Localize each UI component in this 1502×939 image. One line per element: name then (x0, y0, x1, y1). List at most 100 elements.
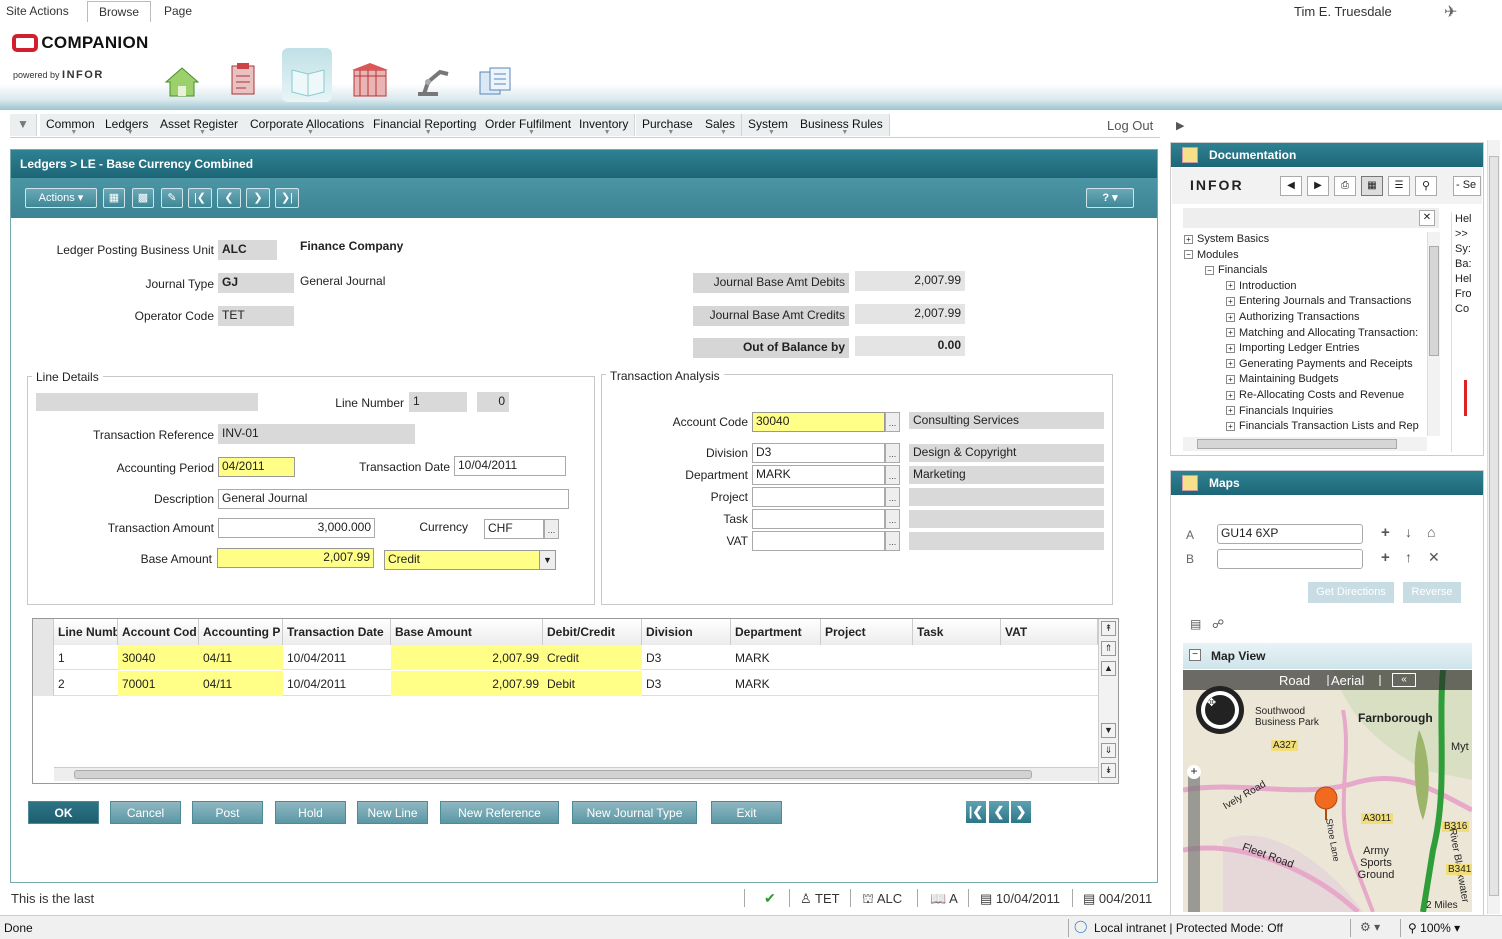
new-journal-type-button[interactable]: New Journal Type (572, 801, 697, 824)
table-icon[interactable]: ▩ (132, 188, 154, 208)
next-record-icon[interactable]: ❯ (246, 188, 270, 208)
column-header[interactable]: Division (642, 619, 731, 645)
project-field[interactable] (752, 487, 885, 507)
exit-button[interactable]: Exit (711, 801, 782, 824)
column-header[interactable]: Debit/Credit (543, 619, 642, 645)
column-header[interactable]: Line Numb (54, 619, 118, 645)
menu-asset-register[interactable]: Asset Register ▼ (154, 114, 246, 136)
base-amount-field[interactable]: 2,007.99 (217, 548, 374, 568)
tree-node[interactable]: + System Basics (1184, 233, 1269, 245)
ok-button[interactable]: OK (28, 801, 99, 824)
debit-credit-select[interactable]: Credit ▼ (384, 550, 556, 570)
zoom-in-icon[interactable]: + (1187, 765, 1201, 779)
tree-node[interactable]: + Authorizing Transactions (1226, 311, 1359, 323)
department-lookup-button[interactable]: ... (885, 465, 900, 485)
tree-node[interactable]: + Importing Ledger Entries (1226, 342, 1359, 354)
logout-link[interactable]: Log Out (1107, 118, 1153, 133)
collapse-icon[interactable]: − (1189, 649, 1201, 661)
building-app-icon[interactable] (348, 60, 392, 100)
collapse-icon[interactable]: − (1205, 265, 1214, 275)
protected-mode-icon[interactable]: ⚙ ▾ (1360, 920, 1380, 934)
column-header[interactable]: Task (913, 619, 1001, 645)
scroll-thumb[interactable] (1489, 156, 1499, 896)
print-icon[interactable]: ⎙ (1334, 176, 1356, 196)
edit-icon[interactable]: ✎ (161, 188, 183, 208)
book-app-icon[interactable] (286, 60, 330, 100)
column-header[interactable]: Account Cod (118, 619, 199, 645)
forward-icon[interactable]: ▶ (1307, 176, 1329, 196)
page-down-icon[interactable]: ⇓ (1101, 743, 1116, 758)
expand-icon[interactable]: + (1226, 328, 1235, 338)
add-icon[interactable]: + (1381, 524, 1390, 541)
division-lookup-button[interactable]: ... (885, 443, 900, 463)
expand-icon[interactable]: + (1226, 343, 1235, 353)
menu-common[interactable]: Common ▼ (40, 114, 102, 136)
previous-record-icon[interactable]: ❮ (217, 188, 241, 208)
collapse-arrow-icon[interactable]: ▶ (1176, 119, 1184, 132)
security-zone[interactable]: Local intranet | Protected Mode: Off (1094, 921, 1283, 935)
point-b-input[interactable] (1217, 549, 1363, 569)
expand-icon[interactable]: + (1226, 421, 1235, 431)
tree-node[interactable]: + Financials Inquiries (1226, 405, 1333, 417)
expand-icon[interactable]: + (1184, 234, 1193, 244)
division-field[interactable]: D3 (752, 443, 885, 463)
scroll-bottom-icon[interactable]: ↡ (1101, 763, 1116, 778)
menu-corporate-allocations[interactable]: Corporate Allocations ▼ (244, 114, 372, 136)
move-up-icon[interactable]: ↑ (1405, 549, 1412, 565)
scroll-up-icon[interactable]: ▲ (1101, 661, 1116, 676)
tree-horizontal-scrollbar[interactable] (1183, 437, 1427, 451)
hold-button[interactable]: Hold (275, 801, 346, 824)
browse-tab[interactable]: Browse (87, 1, 151, 22)
menu-inventory[interactable]: Inventory ▼ (573, 114, 636, 136)
window-scrollbar[interactable] (1487, 140, 1500, 914)
home-app-icon[interactable] (160, 60, 204, 100)
expand-icon[interactable]: + (1226, 296, 1235, 306)
link-icon[interactable]: ☍ (1212, 617, 1224, 631)
robot-arm-app-icon[interactable] (410, 60, 454, 100)
menu-ledgers[interactable]: Ledgers ▼ (99, 114, 156, 136)
reverse-button[interactable]: Reverse (1403, 582, 1461, 603)
business-unit-field[interactable]: ALC (218, 240, 277, 260)
point-a-input[interactable]: GU14 6XP (1217, 524, 1363, 544)
status-book[interactable]: 📖 A (930, 891, 958, 907)
move-down-icon[interactable]: ↓ (1405, 524, 1412, 540)
contents-icon[interactable]: ▦ (1361, 176, 1383, 196)
currency-lookup-button[interactable]: ... (544, 519, 559, 539)
expand-icon[interactable]: + (1226, 406, 1235, 416)
get-directions-button[interactable]: Get Directions (1308, 582, 1394, 603)
map-view[interactable]: Road Aerial « ✥ + Southwood Business Par… (1183, 670, 1472, 912)
tree-node[interactable]: + Introduction (1226, 280, 1296, 292)
column-header[interactable]: Project (821, 619, 913, 645)
first-line-icon[interactable]: |❮ (966, 801, 986, 823)
status-period[interactable]: ▤ 004/2011 (1083, 891, 1152, 907)
back-icon[interactable]: ◀ (1280, 176, 1302, 196)
vat-field[interactable] (752, 531, 885, 551)
currency-field[interactable]: CHF (484, 519, 544, 539)
department-field[interactable]: MARK (752, 465, 885, 485)
tree-node[interactable]: − Modules (1184, 249, 1239, 261)
task-field[interactable] (752, 509, 885, 529)
expand-icon[interactable]: + (1226, 374, 1235, 384)
status-business-unit[interactable]: ⛫ ALC (862, 891, 902, 909)
actions-button[interactable]: Actions ▾ (25, 188, 97, 208)
menu-purchase[interactable]: Purchase ▼ (636, 114, 700, 136)
column-header[interactable]: VAT (1001, 619, 1098, 645)
list-icon[interactable]: ▤ (1190, 617, 1201, 631)
description-field[interactable]: General Journal (218, 489, 569, 509)
expand-icon[interactable]: + (1226, 281, 1235, 291)
tree-node[interactable]: − Financials (1205, 264, 1268, 276)
expand-icon[interactable]: + (1226, 390, 1235, 400)
transaction-reference-field[interactable]: INV-01 (218, 424, 415, 444)
menu-dropdown-icon[interactable]: ▼ (10, 114, 37, 136)
close-icon[interactable]: ✕ (1419, 210, 1435, 226)
tree-node[interactable]: + Financials Transaction Lists and Rep (1226, 420, 1419, 432)
user-name[interactable]: Tim E. Truesdale (1294, 4, 1392, 19)
tree-node[interactable]: + Maintaining Budgets (1226, 373, 1339, 385)
search-field[interactable]: - Se (1453, 176, 1481, 196)
column-header[interactable]: Accounting P (199, 619, 283, 645)
account-code-lookup-button[interactable]: ... (885, 412, 900, 432)
task-lookup-button[interactable]: ... (885, 509, 900, 529)
accounting-period-field[interactable]: 04/2011 (218, 457, 295, 477)
menu-order-fulfilment[interactable]: Order Fulfilment ▼ (479, 114, 579, 136)
aerial-view-button[interactable]: Aerial (1331, 673, 1364, 688)
